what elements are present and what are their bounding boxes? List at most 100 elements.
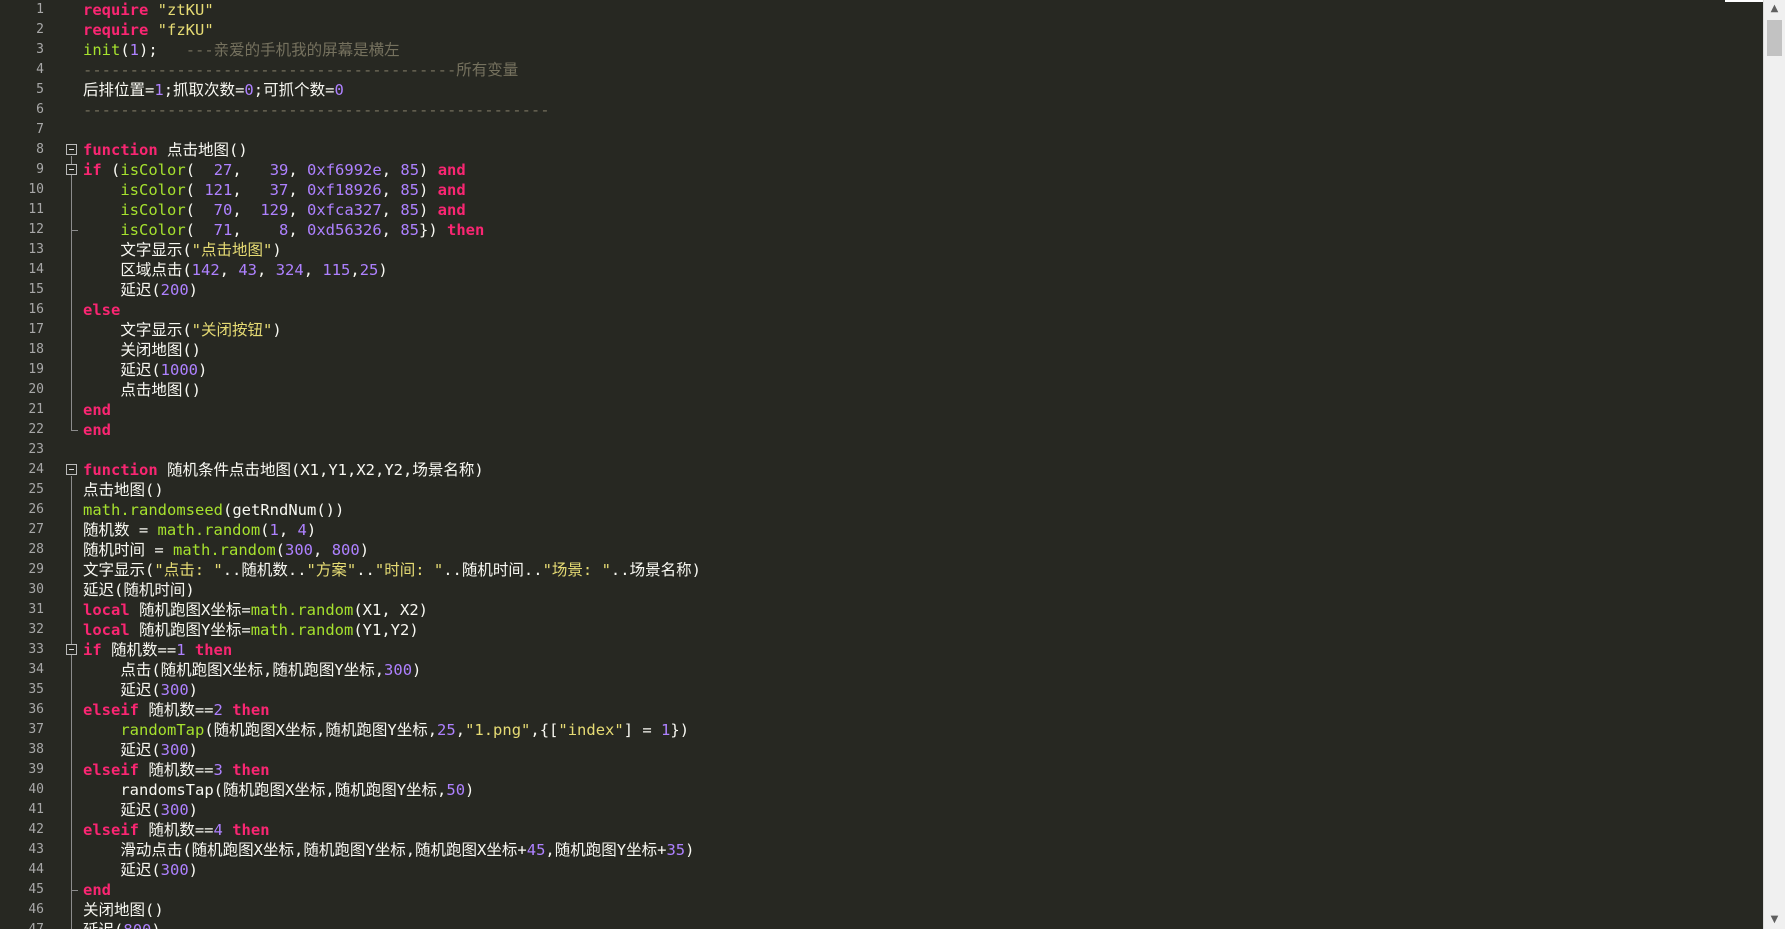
code-line[interactable]: 45 end xyxy=(0,880,1763,900)
code-line[interactable]: 22 end xyxy=(0,420,1763,440)
code-line[interactable]: 8 function 点击地图() xyxy=(0,140,1763,160)
code-line[interactable]: 43 滑动点击(随机跑图X坐标,随机跑图Y坐标,随机跑图X坐标+45,随机跑图Y… xyxy=(0,840,1763,860)
scroll-down-icon[interactable]: ▼ xyxy=(1764,911,1785,929)
code-line[interactable]: 24 function 随机条件点击地图(X1,Y1,X2,Y2,场景名称) xyxy=(0,460,1763,480)
scroll-up-icon[interactable]: ▲ xyxy=(1764,0,1785,18)
code-line[interactable]: 32 local 随机跑图Y坐标=math.random(Y1,Y2) xyxy=(0,620,1763,640)
line-number: 10 xyxy=(28,182,44,197)
code-line[interactable]: 44 延迟(300) xyxy=(0,860,1763,880)
code-line[interactable]: 25 点击地图() xyxy=(0,480,1763,500)
line-number: 29 xyxy=(28,562,44,577)
code-line[interactable]: 10 isColor( 121, 37, 0xf18926, 85) and xyxy=(0,180,1763,200)
code-token: "点击地图" xyxy=(191,241,273,259)
fold-collapse-icon[interactable] xyxy=(66,464,77,475)
code-token: then xyxy=(232,821,270,839)
code-token: 1 xyxy=(129,41,140,59)
code-token: math.random xyxy=(157,521,261,539)
code-line[interactable]: 2 require "fzKU" xyxy=(0,20,1763,40)
code-token: .. xyxy=(287,561,307,579)
code-token: 0xf6992e xyxy=(307,161,382,179)
code-token: function xyxy=(83,461,158,479)
line-number: 8 xyxy=(36,142,44,157)
code-line[interactable]: 13 文字显示("点击地图") xyxy=(0,240,1763,260)
code-line[interactable]: 28 随机时间 = math.random(300, 800) xyxy=(0,540,1763,560)
code-line[interactable]: 20 点击地图() xyxy=(0,380,1763,400)
code-text: 延迟(800) xyxy=(83,920,161,929)
code-token: then xyxy=(232,701,270,719)
code-line[interactable]: 40 randomsTap(随机跑图X坐标,随机跑图Y坐标,50) xyxy=(0,780,1763,800)
code-text: end xyxy=(83,880,111,900)
code-token: 文字显示 xyxy=(83,321,183,339)
code-token: 50 xyxy=(446,781,466,799)
code-line[interactable]: 9 if (isColor( 27, 39, 0xf6992e, 85) and xyxy=(0,160,1763,180)
code-line[interactable]: 33 if 随机数==1 then xyxy=(0,640,1763,660)
line-number: 19 xyxy=(28,362,44,377)
code-token: function xyxy=(83,141,158,159)
line-number: 46 xyxy=(28,902,44,917)
code-line[interactable]: 26 math.randomseed(getRndNum()) xyxy=(0,500,1763,520)
code-line[interactable]: 5 后排位置=1;抓取次数=0;可抓个数=0 xyxy=(0,80,1763,100)
code-editor[interactable]: 1 require "ztKU" 2 require "fzKU" 3 init(1); … xyxy=(0,0,1763,929)
code-token: and xyxy=(437,161,466,179)
code-token: 随机数 xyxy=(241,561,288,579)
vertical-scrollbar[interactable]: ▲ ▼ xyxy=(1763,0,1785,929)
code-token: , xyxy=(325,781,335,799)
code-line[interactable]: 17 文字显示("关闭按钮") xyxy=(0,320,1763,340)
code-line[interactable]: 1 require "ztKU" xyxy=(0,0,1763,20)
code-line[interactable]: 14 区域点击(142, 43, 324, 115,25) xyxy=(0,260,1763,280)
code-line[interactable]: 3 init(1); ---亲爱的手机我的屏幕是横左 xyxy=(0,40,1763,60)
code-text: isColor( 70, 129, 0xfca327, 85) and xyxy=(83,200,465,220)
fold-collapse-icon[interactable] xyxy=(66,164,77,175)
code-line[interactable]: 38 延迟(300) xyxy=(0,740,1763,760)
code-line[interactable]: 30 延迟(随机时间) xyxy=(0,580,1763,600)
code-token: end xyxy=(83,881,111,899)
code-line[interactable]: 34 点击(随机跑图X坐标,随机跑图Y坐标,300) xyxy=(0,660,1763,680)
code-text: 滑动点击(随机跑图X坐标,随机跑图Y坐标,随机跑图X坐标+45,随机跑图Y坐标+… xyxy=(83,840,694,860)
code-line[interactable]: 35 延迟(300) xyxy=(0,680,1763,700)
code-token: ) xyxy=(419,181,438,199)
code-line[interactable]: 15 延迟(200) xyxy=(0,280,1763,300)
fold-collapse-icon[interactable] xyxy=(66,644,77,655)
code-line[interactable]: 19 延迟(1000) xyxy=(0,360,1763,380)
code-line[interactable]: 6 ---------------------------------------… xyxy=(0,100,1763,120)
code-token: randomTap xyxy=(120,721,205,739)
code-token: , xyxy=(405,841,416,859)
code-line[interactable]: 42 elseif 随机数==4 then xyxy=(0,820,1763,840)
code-line[interactable]: 39 elseif 随机数==3 then xyxy=(0,760,1763,780)
code-line[interactable]: 46 关闭地图() xyxy=(0,900,1763,920)
code-token: ( xyxy=(151,281,161,299)
code-token: 点击地图 xyxy=(83,481,146,499)
code-text: randomTap(随机跑图X坐标,随机跑图Y坐标,25,"1.png",{["… xyxy=(83,720,689,740)
code-line[interactable]: 23 xyxy=(0,440,1763,460)
code-line[interactable]: 7 xyxy=(0,120,1763,140)
scrollbar-thumb[interactable] xyxy=(1767,20,1782,56)
code-line[interactable]: 16 else xyxy=(0,300,1763,320)
code-token: 场景名称 xyxy=(412,461,475,479)
code-line[interactable]: 37 randomTap(随机跑图X坐标,随机跑图Y坐标,25,"1.png",… xyxy=(0,720,1763,740)
code-line[interactable]: 21 end xyxy=(0,400,1763,420)
fold-collapse-icon[interactable] xyxy=(66,144,77,155)
line-number: 22 xyxy=(28,422,44,437)
code-line[interactable]: 36 elseif 随机数==2 then xyxy=(0,700,1763,720)
line-number: 26 xyxy=(28,502,44,517)
code-token: () xyxy=(145,901,164,919)
code-token: elseif xyxy=(83,821,139,839)
code-token: ( xyxy=(145,561,155,579)
line-number: 14 xyxy=(28,262,44,277)
code-line[interactable]: 4 ---------------------------------------… xyxy=(0,60,1763,80)
code-token: ) xyxy=(188,741,199,759)
code-text: 关闭地图() xyxy=(83,340,201,360)
line-number: 47 xyxy=(0,920,44,929)
code-line[interactable]: 27 随机数 = math.random(1, 4) xyxy=(0,520,1763,540)
code-line[interactable]: 29 文字显示("点击: "..随机数.."方案".."时间: "..随机时间..… xyxy=(0,560,1763,580)
code-line[interactable]: 41 延迟(300) xyxy=(0,800,1763,820)
code-line[interactable]: 11 isColor( 70, 129, 0xfca327, 85) and xyxy=(0,200,1763,220)
code-token: == xyxy=(194,821,214,839)
code-token: , xyxy=(374,661,385,679)
code-line[interactable]: 18 关闭地图() xyxy=(0,340,1763,360)
code-token: ()) xyxy=(316,501,345,519)
code-line[interactable]: 31 local 随机跑图X坐标=math.random(X1, X2) xyxy=(0,600,1763,620)
code-line[interactable]: 12 isColor( 71, 8, 0xd56326, 85}) then xyxy=(0,220,1763,240)
code-text: 点击地图() xyxy=(83,480,164,500)
code-line[interactable]: 47 延迟(800) xyxy=(0,920,1763,929)
